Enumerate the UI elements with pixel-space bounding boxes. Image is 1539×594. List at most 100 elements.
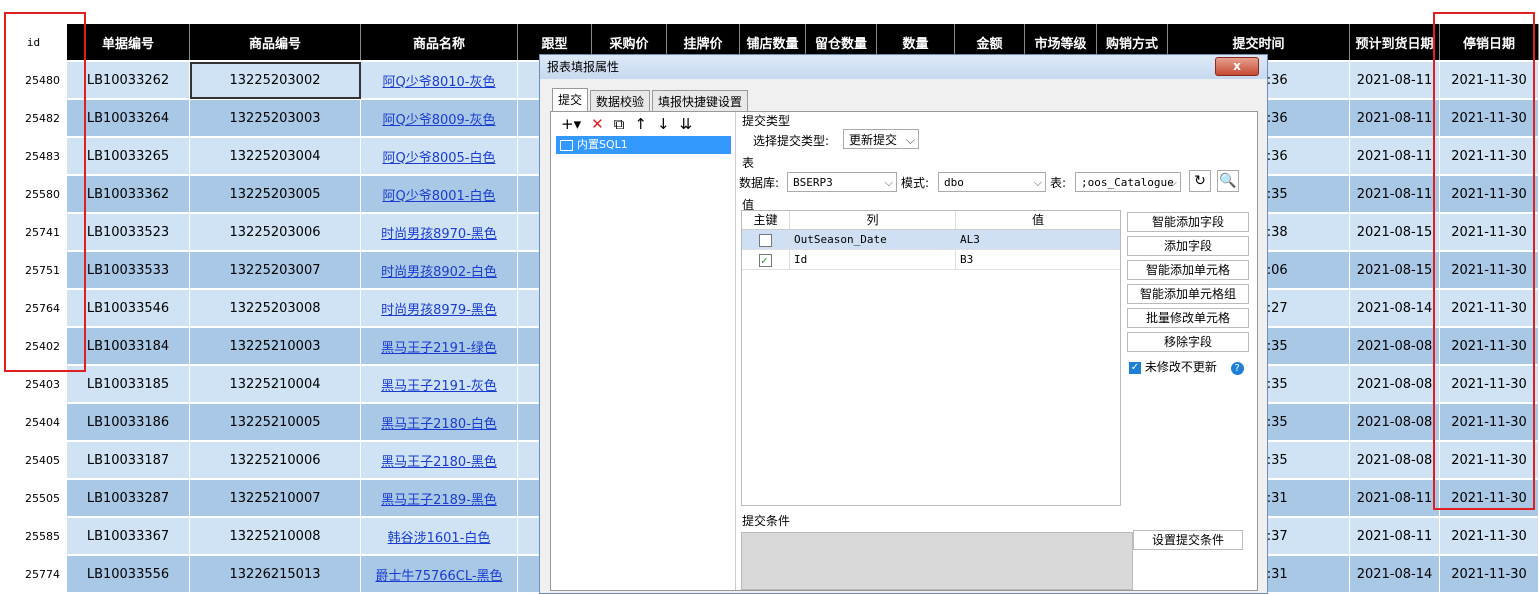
id-cell[interactable]: 25580: [0, 176, 67, 213]
pk-cell[interactable]: [742, 250, 790, 270]
product-code-cell[interactable]: 13225210007: [190, 480, 361, 517]
doc-number-cell[interactable]: LB10033265: [67, 138, 190, 175]
smart-add-cell-group-button[interactable]: 智能添加单元格组: [1127, 284, 1249, 304]
smart-add-cell-button[interactable]: 智能添加单元格: [1127, 260, 1249, 280]
add-icon[interactable]: +▾: [561, 115, 581, 133]
remove-field-button[interactable]: 移除字段: [1127, 332, 1249, 352]
product-name-cell[interactable]: 时尚男孩8970-黑色: [361, 214, 518, 251]
id-cell[interactable]: 25483: [0, 138, 67, 175]
value-row[interactable]: OutSeason_Date AL3: [742, 230, 1120, 250]
product-name-link[interactable]: 黑马王子2191-灰色: [381, 375, 497, 394]
stop-date-cell[interactable]: 2021-11-30: [1440, 366, 1539, 403]
product-name-cell[interactable]: 爵士牛75766CL-黑色: [361, 556, 518, 593]
id-cell[interactable]: 25505: [0, 480, 67, 517]
copy-icon[interactable]: ⧉: [614, 115, 625, 133]
value-row[interactable]: Id B3: [742, 250, 1120, 270]
product-name-link[interactable]: 黑马王子2191-绿色: [381, 337, 497, 356]
doc-number-cell[interactable]: LB10033185: [67, 366, 190, 403]
product-name-cell[interactable]: 阿Q少爷8005-白色: [361, 138, 518, 175]
column-header[interactable]: 停销日期: [1440, 24, 1539, 60]
eta-cell[interactable]: 2021-08-14: [1350, 556, 1440, 593]
product-code-cell[interactable]: 13225210008: [190, 518, 361, 555]
doc-number-cell[interactable]: LB10033523: [67, 214, 190, 251]
batch-edit-cells-button[interactable]: 批量修改单元格: [1127, 308, 1249, 328]
eta-cell[interactable]: 2021-08-11: [1350, 100, 1440, 137]
smart-add-field-button[interactable]: 智能添加字段: [1127, 212, 1249, 232]
doc-number-cell[interactable]: LB10033264: [67, 100, 190, 137]
product-code-cell[interactable]: 13225210006: [190, 442, 361, 479]
eta-cell[interactable]: 2021-08-11: [1350, 138, 1440, 175]
tree-item-sql1[interactable]: 内置SQL1: [556, 136, 731, 154]
stop-date-cell[interactable]: 2021-11-30: [1440, 518, 1539, 555]
sort-icon[interactable]: ⇊: [680, 115, 693, 133]
stop-date-cell[interactable]: 2021-11-30: [1440, 404, 1539, 441]
id-cell[interactable]: 25480: [0, 62, 67, 99]
product-name-link[interactable]: 时尚男孩8979-黑色: [381, 299, 497, 318]
id-cell[interactable]: 25405: [0, 442, 67, 479]
product-name-cell[interactable]: 阿Q少爷8009-灰色: [361, 100, 518, 137]
submit-type-select[interactable]: 更新提交 ⌵: [843, 129, 919, 149]
id-cell[interactable]: 25403: [0, 366, 67, 403]
column-header[interactable]: 商品编号: [190, 24, 361, 60]
no-update-checkbox[interactable]: ✓: [1129, 361, 1141, 374]
id-cell[interactable]: 25585: [0, 518, 67, 555]
product-name-cell[interactable]: 黑马王子2180-黑色: [361, 442, 518, 479]
set-condition-button[interactable]: 设置提交条件: [1133, 530, 1243, 550]
product-code-cell[interactable]: 13225203003: [190, 100, 361, 137]
product-code-cell[interactable]: 13225210005: [190, 404, 361, 441]
eta-cell[interactable]: 2021-08-08: [1350, 404, 1440, 441]
product-name-cell[interactable]: 黑马王子2189-黑色: [361, 480, 518, 517]
column-header[interactable]: id: [0, 24, 67, 60]
product-code-cell[interactable]: 13225210004: [190, 366, 361, 403]
product-name-link[interactable]: 阿Q少爷8005-白色: [382, 147, 495, 166]
add-field-button[interactable]: 添加字段: [1127, 236, 1249, 256]
stop-date-cell[interactable]: 2021-11-30: [1440, 62, 1539, 99]
eta-cell[interactable]: 2021-08-15: [1350, 214, 1440, 251]
pk-cell[interactable]: [742, 230, 790, 249]
eta-cell[interactable]: 2021-08-11: [1350, 480, 1440, 517]
eta-cell[interactable]: 2021-08-14: [1350, 290, 1440, 327]
product-name-link[interactable]: 阿Q少爷8001-白色: [382, 185, 495, 204]
product-code-cell[interactable]: 13225203008: [190, 290, 361, 327]
product-name-cell[interactable]: 时尚男孩8979-黑色: [361, 290, 518, 327]
column-header[interactable]: 商品名称: [361, 24, 518, 60]
product-code-cell[interactable]: 13225203004: [190, 138, 361, 175]
eta-cell[interactable]: 2021-08-08: [1350, 442, 1440, 479]
help-icon[interactable]: ?: [1230, 362, 1244, 375]
id-cell[interactable]: 25482: [0, 100, 67, 137]
doc-number-cell[interactable]: LB10033367: [67, 518, 190, 555]
id-cell[interactable]: 25402: [0, 328, 67, 365]
product-name-link[interactable]: 爵士牛75766CL-黑色: [375, 565, 502, 584]
stop-date-cell[interactable]: 2021-11-30: [1440, 480, 1539, 517]
product-name-link[interactable]: 黑马王子2180-黑色: [381, 451, 497, 470]
product-code-cell[interactable]: 13225203005: [190, 176, 361, 213]
stop-date-cell[interactable]: 2021-11-30: [1440, 442, 1539, 479]
no-update-option[interactable]: ✓ 未修改不更新 ?: [1129, 358, 1244, 375]
column-header[interactable]: 预计到货日期: [1350, 24, 1440, 60]
product-name-cell[interactable]: 阿Q少爷8010-灰色: [361, 62, 518, 99]
product-code-cell[interactable]: 13225203006: [190, 214, 361, 251]
delete-icon[interactable]: ✕: [591, 115, 604, 133]
id-cell[interactable]: 25764: [0, 290, 67, 327]
product-name-cell[interactable]: 阿Q少爷8001-白色: [361, 176, 518, 213]
doc-number-cell[interactable]: LB10033556: [67, 556, 190, 593]
table-select[interactable]: ;oos_Catalogue ⌵: [1075, 172, 1181, 192]
stop-date-cell[interactable]: 2021-11-30: [1440, 214, 1539, 251]
move-up-icon[interactable]: ↑: [634, 115, 647, 133]
product-code-cell[interactable]: 13225203007: [190, 252, 361, 289]
column-header[interactable]: 单据编号: [67, 24, 190, 60]
product-name-link[interactable]: 时尚男孩8902-白色: [381, 261, 497, 280]
stop-date-cell[interactable]: 2021-11-30: [1440, 176, 1539, 213]
eta-cell[interactable]: 2021-08-11: [1350, 62, 1440, 99]
eta-cell[interactable]: 2021-08-11: [1350, 518, 1440, 555]
eta-cell[interactable]: 2021-08-08: [1350, 366, 1440, 403]
pk-checkbox[interactable]: [759, 233, 772, 247]
stop-date-cell[interactable]: 2021-11-30: [1440, 328, 1539, 365]
close-button[interactable]: x: [1215, 57, 1259, 76]
tab-shortcut-settings[interactable]: 填报快捷键设置: [652, 90, 749, 113]
eta-cell[interactable]: 2021-08-11: [1350, 176, 1440, 213]
id-cell[interactable]: 25741: [0, 214, 67, 251]
doc-number-cell[interactable]: LB10033262: [67, 62, 190, 99]
refresh-icon[interactable]: ↻: [1189, 170, 1211, 192]
pk-checkbox[interactable]: [759, 251, 772, 270]
